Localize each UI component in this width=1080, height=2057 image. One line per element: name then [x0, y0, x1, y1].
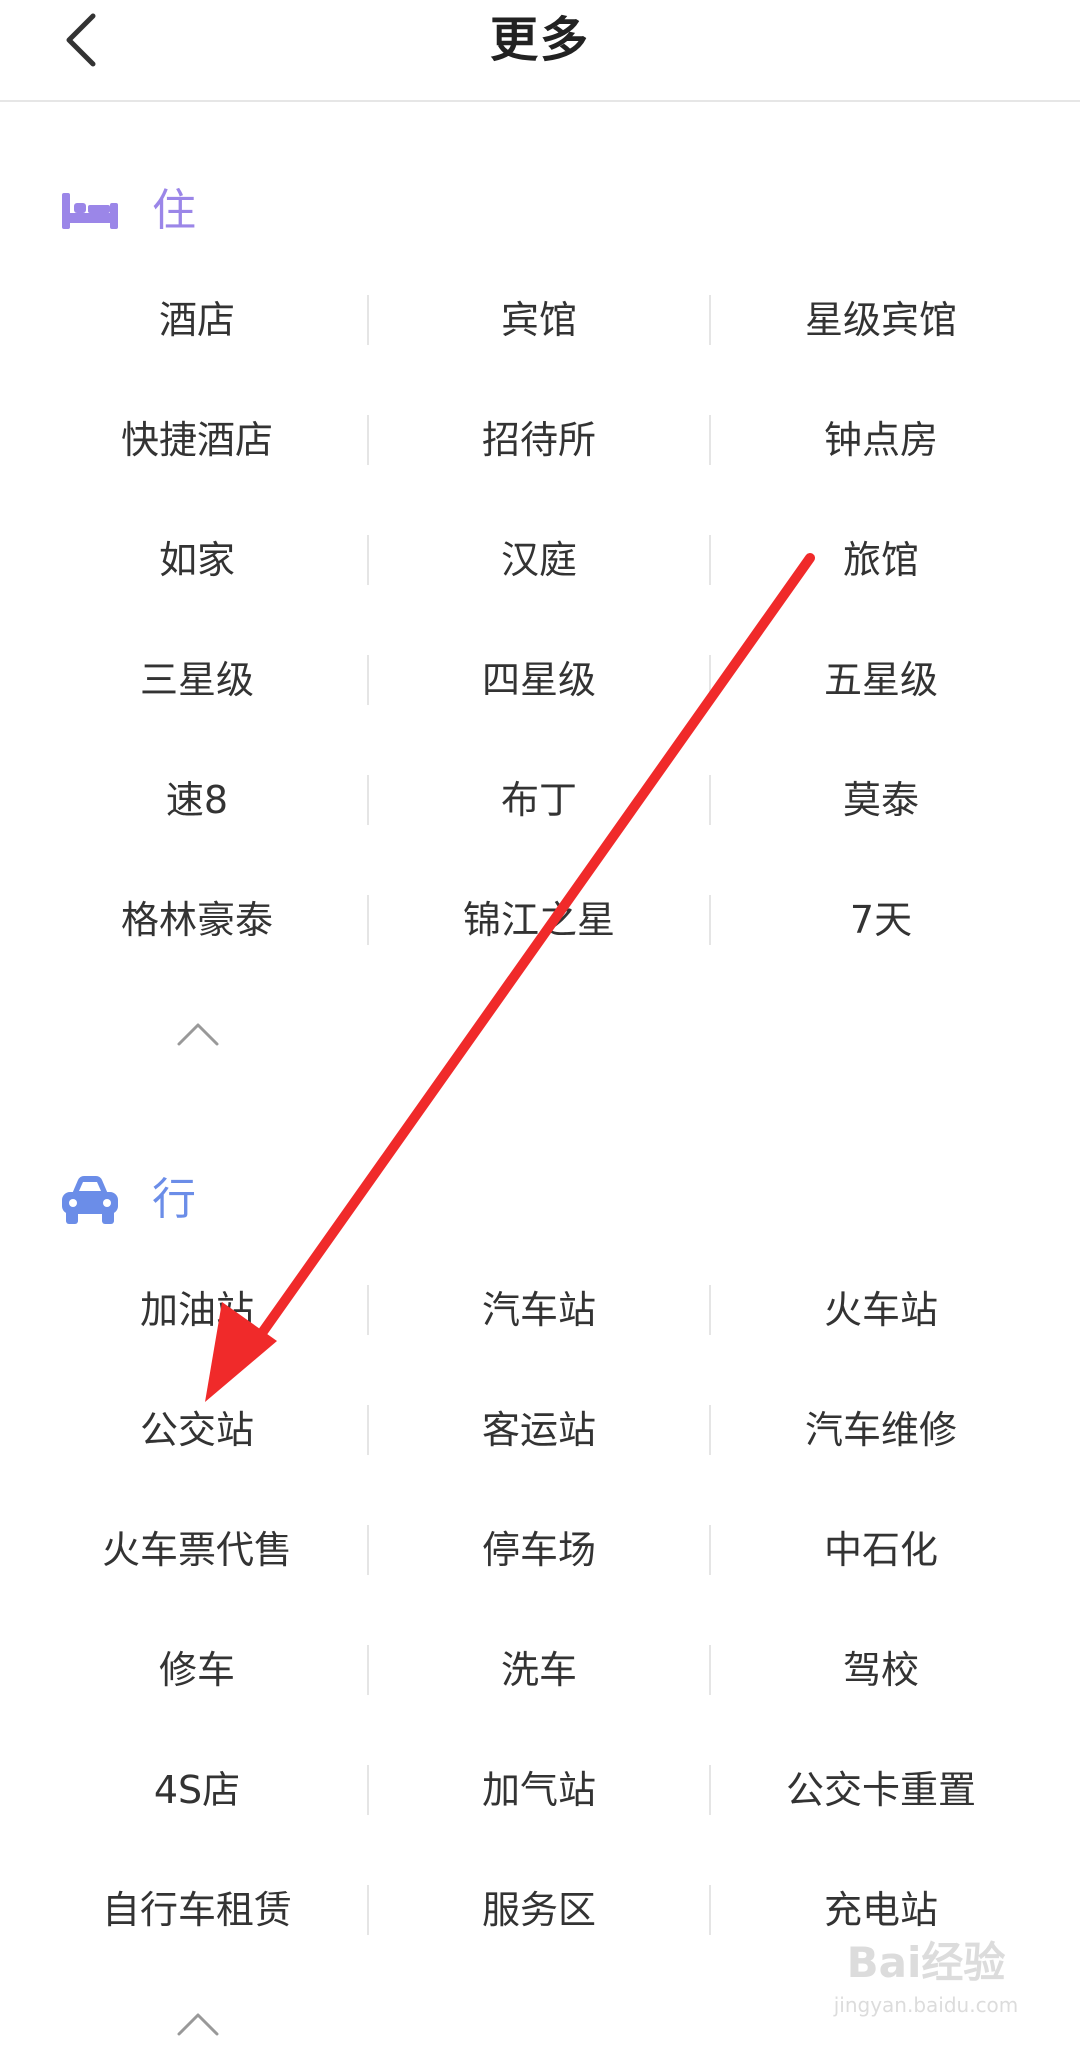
category-item[interactable]: 锦江之星 [368, 890, 710, 950]
category-item[interactable]: 火车票代售 [26, 1520, 368, 1580]
category-item[interactable]: 格林豪泰 [26, 890, 368, 950]
category-item[interactable]: 加气站 [368, 1760, 710, 1820]
bed-icon [60, 181, 120, 241]
grid-row: 格林豪泰 锦江之星 7天 [0, 890, 1080, 950]
category-item[interactable]: 四星级 [368, 650, 710, 710]
grid-row: 修车 洗车 驾校 [0, 1640, 1080, 1700]
collapse-travel-button[interactable] [160, 2004, 236, 2044]
category-item[interactable]: 莫泰 [710, 770, 1052, 830]
category-item[interactable]: 五星级 [710, 650, 1052, 710]
category-item[interactable]: 星级宾馆 [710, 290, 1052, 350]
grid-row: 酒店 宾馆 星级宾馆 [0, 290, 1080, 350]
category-item[interactable]: 汽车维修 [710, 1400, 1052, 1460]
section-header-travel: 行 [60, 1165, 196, 1235]
category-item[interactable]: 驾校 [710, 1640, 1052, 1700]
grid-row: 火车票代售 停车场 中石化 [0, 1520, 1080, 1580]
section-label-stay: 住 [152, 185, 196, 236]
watermark: Bai经验 jingyan.baidu.com [826, 1935, 1026, 2045]
grid-row: 4S店 加气站 公交卡重置 [0, 1760, 1080, 1820]
grid-row: 三星级 四星级 五星级 [0, 650, 1080, 710]
category-item[interactable]: 公交站 [26, 1400, 368, 1460]
category-item[interactable]: 7天 [710, 890, 1052, 950]
category-item[interactable]: 宾馆 [368, 290, 710, 350]
category-item[interactable]: 停车场 [368, 1520, 710, 1580]
category-item[interactable]: 洗车 [368, 1640, 710, 1700]
watermark-url: jingyan.baidu.com [833, 1993, 1019, 2017]
grid-row: 如家 汉庭 旅馆 [0, 530, 1080, 590]
chevron-up-icon [177, 1023, 219, 1046]
category-item[interactable]: 客运站 [368, 1400, 710, 1460]
category-item[interactable]: 自行车租赁 [26, 1880, 368, 1940]
category-item[interactable]: 公交卡重置 [710, 1760, 1052, 1820]
category-item[interactable]: 招待所 [368, 410, 710, 470]
category-item[interactable]: 火车站 [710, 1280, 1052, 1340]
category-item[interactable]: 4S店 [26, 1760, 368, 1820]
category-item[interactable]: 布丁 [368, 770, 710, 830]
category-item[interactable]: 充电站 [710, 1880, 1052, 1940]
grid-row: 速8 布丁 莫泰 [0, 770, 1080, 830]
category-item[interactable]: 加油站 [26, 1280, 368, 1340]
category-item[interactable]: 快捷酒店 [26, 410, 368, 470]
category-item[interactable]: 修车 [26, 1640, 368, 1700]
header-bar: 更多 [0, 0, 1080, 102]
category-item[interactable]: 速8 [26, 770, 368, 830]
category-item[interactable]: 中石化 [710, 1520, 1052, 1580]
collapse-stay-button[interactable] [160, 1014, 236, 1054]
category-item[interactable]: 服务区 [368, 1880, 710, 1940]
grid-row: 公交站 客运站 汽车维修 [0, 1400, 1080, 1460]
section-label-travel: 行 [152, 1174, 196, 1225]
category-item[interactable]: 汉庭 [368, 530, 710, 590]
category-item[interactable]: 三星级 [26, 650, 368, 710]
section-header-stay: 住 [60, 176, 196, 246]
category-item[interactable]: 汽车站 [368, 1280, 710, 1340]
watermark-logo: Bai经验 [846, 1938, 1006, 1987]
grid-row: 自行车租赁 服务区 充电站 [0, 1880, 1080, 1940]
grid-row: 加油站 汽车站 火车站 [0, 1280, 1080, 1340]
category-item[interactable]: 钟点房 [710, 410, 1052, 470]
chevron-up-icon [177, 2013, 219, 2036]
category-item[interactable]: 如家 [26, 530, 368, 590]
category-item[interactable]: 旅馆 [710, 530, 1052, 590]
grid-row: 快捷酒店 招待所 钟点房 [0, 410, 1080, 470]
page-title: 更多 [489, 12, 590, 68]
car-icon [60, 1170, 120, 1230]
category-item[interactable]: 酒店 [26, 290, 368, 350]
